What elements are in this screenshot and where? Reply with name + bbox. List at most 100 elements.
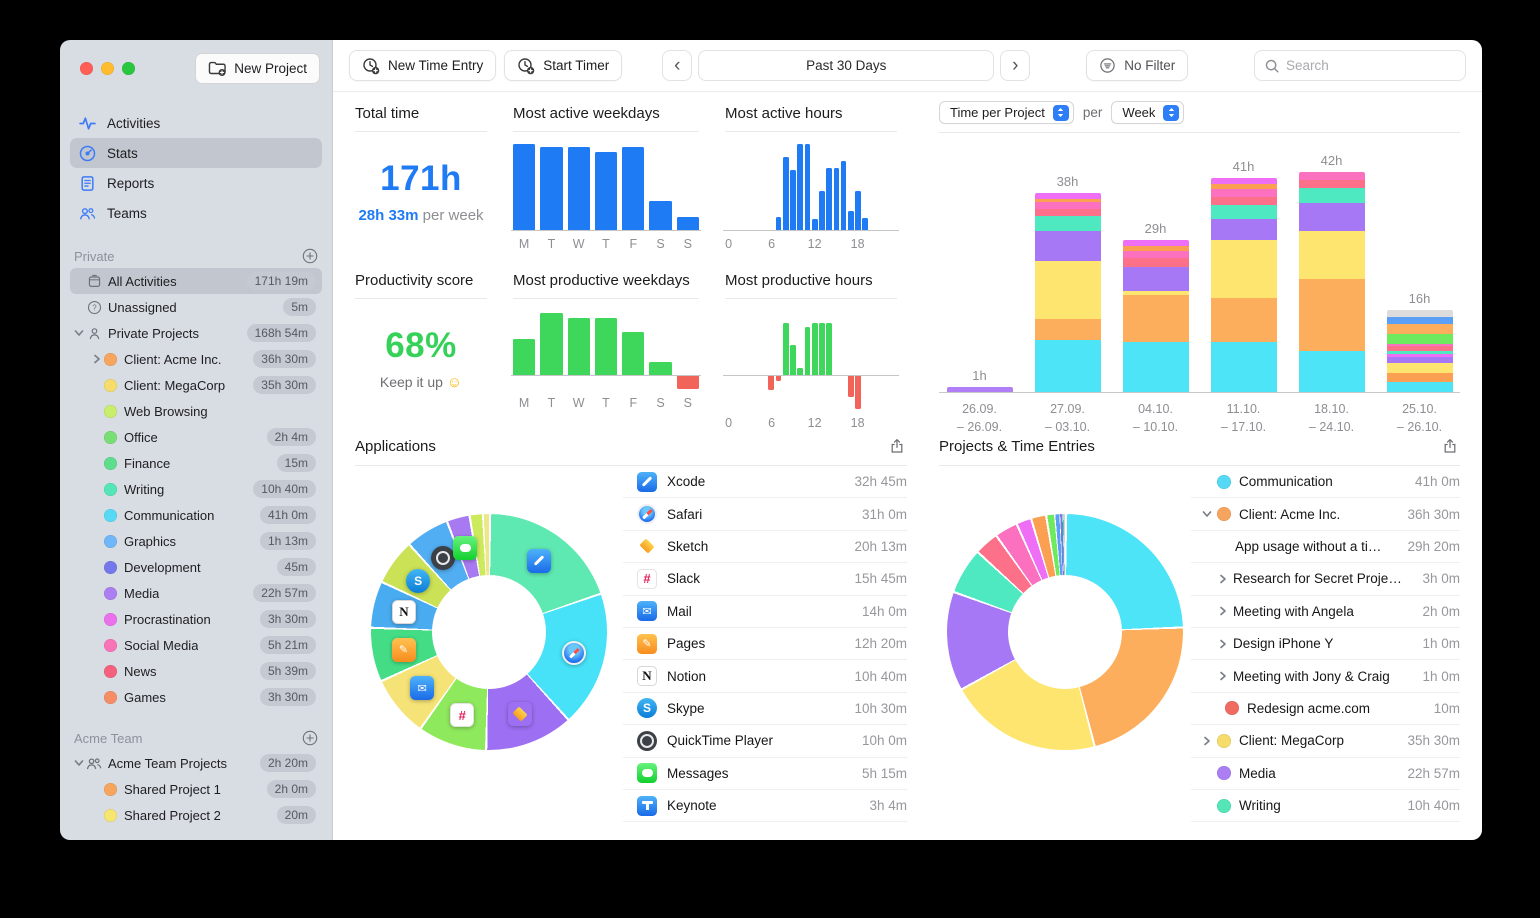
project-color-dot xyxy=(104,613,117,626)
project-row[interactable]: Writing10h 40m xyxy=(1191,790,1460,822)
start-timer-button[interactable]: Start Timer xyxy=(504,50,622,81)
chevron-right-icon[interactable] xyxy=(1213,671,1233,681)
application-row[interactable]: Mail14h 0m xyxy=(623,596,907,628)
next-period-button[interactable]: › xyxy=(1000,50,1030,81)
add-project-icon[interactable] xyxy=(302,248,318,264)
application-time: 14h 0m xyxy=(854,604,907,619)
chevron-right-icon[interactable] xyxy=(90,354,104,364)
filter-button[interactable]: No Filter xyxy=(1086,50,1188,81)
project-color-dot xyxy=(104,587,117,600)
sidebar-item[interactable]: Web Browsing xyxy=(70,398,322,424)
zoom-button[interactable] xyxy=(122,62,135,75)
productivity-subtitle: Keep it up ☺ xyxy=(355,374,487,391)
stats-content: Total time 171h 28h 33m per week Most ac… xyxy=(333,92,1482,840)
sidebar-item[interactable]: Games3h 30m xyxy=(70,684,322,710)
project-row[interactable]: Meeting with Jony & Craig1h 0m xyxy=(1191,660,1460,692)
project-color-dot xyxy=(104,379,117,392)
share-button[interactable] xyxy=(887,436,907,456)
sidebar-item-label: Communication xyxy=(124,508,214,523)
sidebar-item[interactable]: Private Projects168h 54m xyxy=(70,320,322,346)
most-productive-hours-panel: Most productive hours 061218 xyxy=(725,259,897,426)
previous-period-button[interactable]: ‹ xyxy=(662,50,692,81)
new-project-button[interactable]: New Project xyxy=(195,53,320,84)
project-name: Client: MegaCorp xyxy=(1239,733,1344,748)
project-row[interactable]: Client: Acme Inc.36h 30m xyxy=(1191,498,1460,530)
project-row[interactable]: App usage without a ti…29h 20m xyxy=(1191,531,1460,563)
sidebar-item[interactable]: Procrastination3h 30m xyxy=(70,606,322,632)
sidebar-item[interactable]: Shared Project 12h 0m xyxy=(70,776,322,802)
sidebar-item[interactable]: Graphics1h 13m xyxy=(70,528,322,554)
project-row[interactable]: Design iPhone Y1h 0m xyxy=(1191,628,1460,660)
search-input[interactable] xyxy=(1286,58,1456,73)
chart-most-productive-weekdays: MTWTFSS xyxy=(513,313,699,410)
application-row[interactable]: QuickTime Player10h 0m xyxy=(623,725,907,757)
sketch-app-icon xyxy=(637,536,657,556)
application-name: Safari xyxy=(667,507,702,522)
sidebar-item[interactable]: Writing10h 40m xyxy=(70,476,322,502)
sidebar-item[interactable]: Communication41h 0m xyxy=(70,502,322,528)
project-time: 41h 0m xyxy=(1407,474,1460,489)
application-row[interactable]: Pages12h 20m xyxy=(623,628,907,660)
sidebar-item[interactable]: Office2h 4m xyxy=(70,424,322,450)
sidebar-item[interactable]: Social Media5h 21m xyxy=(70,632,322,658)
application-row[interactable]: Sketch20h 13m xyxy=(623,531,907,563)
project-color-dot xyxy=(1217,799,1231,813)
sidebar-item[interactable]: Client: MegaCorp35h 30m xyxy=(70,372,322,398)
sidebar-item-teams[interactable]: Teams xyxy=(70,198,322,228)
sidebar-item[interactable]: Client: Acme Inc.36h 30m xyxy=(70,346,322,372)
application-row[interactable]: Xcode32h 45m xyxy=(623,466,907,498)
project-row[interactable]: Client: MegaCorp35h 30m xyxy=(1191,725,1460,757)
sidebar-item-activities[interactable]: Activities xyxy=(70,108,322,138)
keynote-app-icon xyxy=(637,796,657,816)
sidebar-item[interactable]: ?Unassigned5m xyxy=(70,294,322,320)
application-row[interactable]: Skype10h 30m xyxy=(623,693,907,725)
sidebar-item[interactable]: News5h 39m xyxy=(70,658,322,684)
time-badge: 36h 30m xyxy=(253,350,316,368)
messages-app-icon xyxy=(453,536,477,560)
chevron-down-icon[interactable] xyxy=(72,328,86,338)
project-color-dot xyxy=(104,691,117,704)
chevron-right-icon[interactable] xyxy=(1213,639,1233,649)
sidebar-item[interactable]: Shared Project 220m xyxy=(70,802,322,828)
per-week-value: 28h 33m per week xyxy=(355,207,487,224)
chevron-down-icon[interactable] xyxy=(1197,509,1217,519)
project-row[interactable]: Media22h 57m xyxy=(1191,758,1460,790)
sidebar-item-stats[interactable]: Stats xyxy=(70,138,322,168)
share-button[interactable] xyxy=(1440,436,1460,456)
date-range-field[interactable]: Past 30 Days xyxy=(698,50,994,81)
project-row[interactable]: Research for Secret Proje…3h 0m xyxy=(1191,563,1460,595)
metric-select[interactable]: Time per Project xyxy=(939,101,1074,124)
project-row[interactable]: Meeting with Angela2h 0m xyxy=(1191,596,1460,628)
project-name: Writing xyxy=(1239,798,1281,813)
application-name: Pages xyxy=(667,636,705,651)
application-time: 3h 4m xyxy=(861,798,907,813)
new-time-entry-button[interactable]: New Time Entry xyxy=(349,50,496,81)
application-row[interactable]: Slack15h 45m xyxy=(623,563,907,595)
minimize-button[interactable] xyxy=(101,62,114,75)
sidebar-item[interactable]: Finance15m xyxy=(70,450,322,476)
app-window: New Project ActivitiesStatsReportsTeams … xyxy=(60,40,1482,840)
sidebar-item[interactable]: Acme Team Projects2h 20m xyxy=(70,750,322,776)
interval-select[interactable]: Week xyxy=(1111,101,1184,124)
xcode-app-icon xyxy=(527,549,551,573)
project-row[interactable]: Communication41h 0m xyxy=(1191,466,1460,498)
application-row[interactable]: Safari31h 0m xyxy=(623,498,907,530)
project-color-dot xyxy=(104,405,117,418)
application-row[interactable]: Messages5h 15m xyxy=(623,758,907,790)
productivity-score-panel: Productivity score 68% Keep it up ☺ xyxy=(355,259,487,426)
chevron-right-icon[interactable] xyxy=(1197,736,1217,746)
search-field[interactable] xyxy=(1254,50,1466,81)
project-row[interactable]: Redesign acme.com10m xyxy=(1191,693,1460,725)
chevron-right-icon[interactable] xyxy=(1213,606,1233,616)
application-row[interactable]: Keynote3h 4m xyxy=(623,790,907,822)
application-row[interactable]: Notion10h 40m xyxy=(623,660,907,692)
sidebar-item[interactable]: All Activities171h 19m xyxy=(70,268,322,294)
chevron-down-icon[interactable] xyxy=(72,758,86,768)
add-project-icon[interactable] xyxy=(302,730,318,746)
sidebar-item-reports[interactable]: Reports xyxy=(70,168,322,198)
sidebar-item[interactable]: Media22h 57m xyxy=(70,580,322,606)
project-name: Design iPhone Y xyxy=(1233,636,1333,651)
sidebar-item[interactable]: Development45m xyxy=(70,554,322,580)
chevron-right-icon[interactable] xyxy=(1213,574,1233,584)
close-button[interactable] xyxy=(80,62,93,75)
